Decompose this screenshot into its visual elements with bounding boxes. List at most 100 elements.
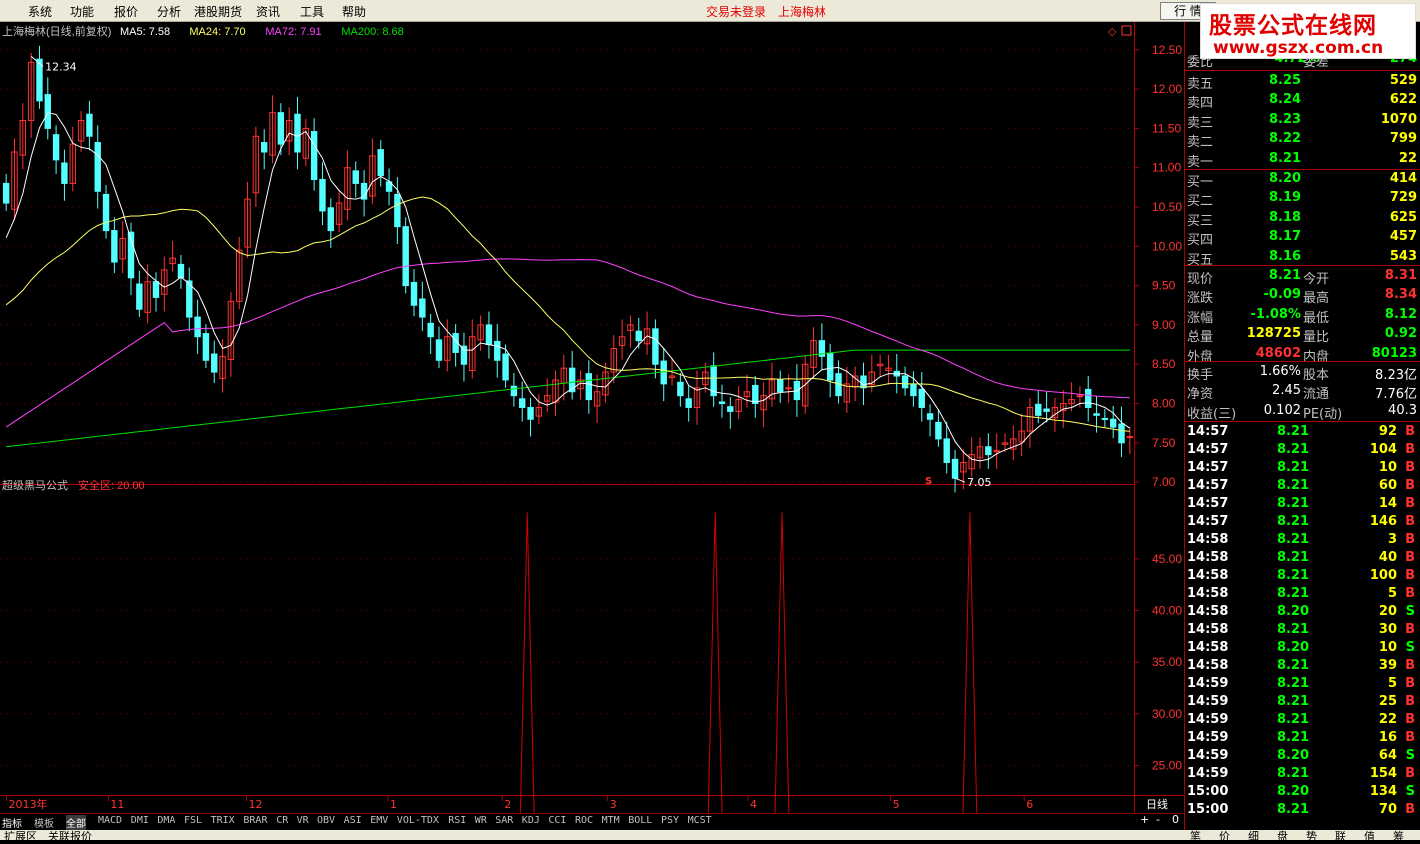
tick-row: 14:57 8.21 104 B [1185, 441, 1420, 459]
side-tab[interactable]: 笔 [1190, 828, 1201, 844]
indicator-tick-label: 25.00 [1152, 759, 1182, 773]
candle [352, 170, 359, 184]
ma-label: MA200: 8.68 [341, 26, 403, 38]
ma-label: MA24: 7.70 [189, 26, 245, 38]
tick-row: 14:58 8.21 40 B [1185, 549, 1420, 567]
candle [485, 324, 493, 346]
tick-row: 14:59 8.20 64 S [1185, 747, 1420, 765]
menu-analysis[interactable]: 分析 [157, 3, 181, 20]
candle [1101, 417, 1109, 420]
indicator-tab-cr[interactable]: CR [276, 815, 288, 826]
indicator-tab-cci[interactable]: CCI [548, 815, 566, 826]
tick-time: 14:58 [1187, 658, 1229, 673]
menu-hk-futures[interactable]: 港股期货 [194, 3, 242, 20]
candle [951, 458, 959, 479]
tick-time: 14:57 [1187, 460, 1229, 475]
indicator-tab-trix[interactable]: TRIX [211, 815, 235, 826]
buy-level-label: 买三 [1187, 213, 1214, 229]
tick-row: 14:59 8.21 16 B [1185, 729, 1420, 747]
indicator-tab-sar[interactable]: SAR [495, 815, 513, 826]
indicator-tab-mcst[interactable]: MCST [688, 815, 712, 826]
candle [752, 384, 759, 405]
side-tab[interactable]: 值 [1364, 828, 1375, 844]
menu-quote[interactable]: 报价 [114, 3, 138, 20]
zoom-in-button[interactable]: + [1140, 813, 1149, 826]
indicator-tab-boll[interactable]: BOLL [628, 815, 652, 826]
chart-area[interactable]: 12.50 12.00 11.50 11.00 10.50 10.00 9.50 9.00 8.… [0, 22, 1184, 818]
stat-label: 今开 [1303, 272, 1330, 287]
fund-label: 流通 [1303, 387, 1330, 403]
indicator-tab-emv[interactable]: EMV [370, 815, 388, 826]
zoom-out-button[interactable]: - [1156, 813, 1160, 826]
tick-price: 8.21 [1277, 514, 1310, 529]
fund-value: 40.3 [1388, 402, 1417, 418]
indicator-tick-label: 40.00 [1152, 604, 1182, 618]
side-tab[interactable]: 细 [1248, 828, 1259, 844]
tick-volume: 134 [1369, 784, 1397, 799]
expand-area-tab[interactable]: 扩展区 [4, 828, 37, 844]
candle [310, 131, 318, 180]
indicator-tab-kdj[interactable]: KDJ [522, 815, 540, 826]
candle [427, 322, 434, 338]
menu-system[interactable]: 系统 [28, 3, 52, 20]
stat-value: -0.09 [1263, 287, 1301, 303]
tick-volume: 10 [1378, 640, 1397, 655]
tick-volume: 64 [1378, 748, 1397, 763]
candle [1043, 408, 1050, 412]
menu-news[interactable]: 资讯 [256, 3, 280, 20]
indicator-tab-wr[interactable]: WR [475, 815, 487, 826]
menu-function[interactable]: 功能 [70, 3, 94, 20]
indicator-tab-fsl[interactable]: FSL [184, 815, 202, 826]
indicator-tab-psy[interactable]: PSY [661, 815, 679, 826]
tick-price: 8.21 [1277, 730, 1310, 745]
related-quote-tab[interactable]: 关联报价 [48, 828, 92, 844]
side-tab[interactable]: 筹 [1393, 828, 1404, 844]
candle [1126, 436, 1134, 439]
tick-row: 14:58 8.20 20 S [1185, 603, 1420, 621]
indicator-tab-vol-tdx[interactable]: VOL-TDX [397, 815, 439, 826]
tick-direction: B [1405, 658, 1415, 673]
candle [377, 149, 384, 177]
side-tab[interactable]: 价 [1219, 828, 1230, 844]
tick-row: 14:59 8.21 22 B [1185, 711, 1420, 729]
tick-direction: B [1405, 478, 1415, 493]
indicator-tab-roc[interactable]: ROC [575, 815, 593, 826]
indicator-tab-dmi[interactable]: DMI [131, 815, 149, 826]
candle [777, 379, 784, 393]
quote-stat-row: 涨幅 -1.08% 最低 8.12 [1185, 306, 1420, 326]
kline-chart[interactable]: 12.50 12.00 11.50 11.00 10.50 10.00 9.50 9.00 8.… [0, 22, 1184, 813]
indicator-tab-obv[interactable]: OBV [317, 815, 335, 826]
tick-direction: B [1405, 766, 1415, 781]
sell-level-row: 卖三 8.23 1070 [1185, 111, 1420, 131]
side-tab[interactable]: 势 [1306, 828, 1317, 844]
indicator-tab-dma[interactable]: DMA [157, 815, 175, 826]
stat-value: 128725 [1246, 326, 1301, 342]
panel-separator [1185, 70, 1420, 71]
tick-volume: 20 [1378, 604, 1397, 619]
tick-row: 14:58 8.21 30 B [1185, 621, 1420, 639]
sell-level-label: 卖三 [1187, 115, 1214, 131]
tick-row: 15:00 8.20 134 S [1185, 783, 1420, 801]
candle [1085, 388, 1092, 408]
tick-direction: B [1405, 622, 1415, 637]
indicator-tab-brar[interactable]: BRAR [243, 815, 267, 826]
indicator-tab-vr[interactable]: VR [297, 815, 309, 826]
tick-row: 14:57 8.21 60 B [1185, 477, 1420, 495]
side-tab[interactable]: 联 [1335, 828, 1346, 844]
reset-zoom-button[interactable]: 0 [1172, 813, 1179, 826]
buy-price: 8.17 [1269, 229, 1302, 245]
menu-tools[interactable]: 工具 [300, 3, 324, 20]
trade-status[interactable]: 交易未登录 [706, 3, 766, 20]
menu-help[interactable]: 帮助 [342, 3, 366, 20]
indicator-tab-macd[interactable]: MACD [98, 815, 122, 826]
indicator-tab-asi[interactable]: ASI [344, 815, 362, 826]
tick-direction: B [1405, 586, 1415, 601]
indicator-tab-mtm[interactable]: MTM [602, 815, 620, 826]
sell-volume: 529 [1389, 73, 1417, 88]
candle [727, 406, 734, 412]
candle [177, 263, 185, 279]
tick-price: 8.20 [1277, 784, 1310, 799]
date-tick-label: 1 [390, 798, 397, 811]
indicator-tab-rsi[interactable]: RSI [448, 815, 466, 826]
side-tab[interactable]: 盘 [1277, 828, 1288, 844]
